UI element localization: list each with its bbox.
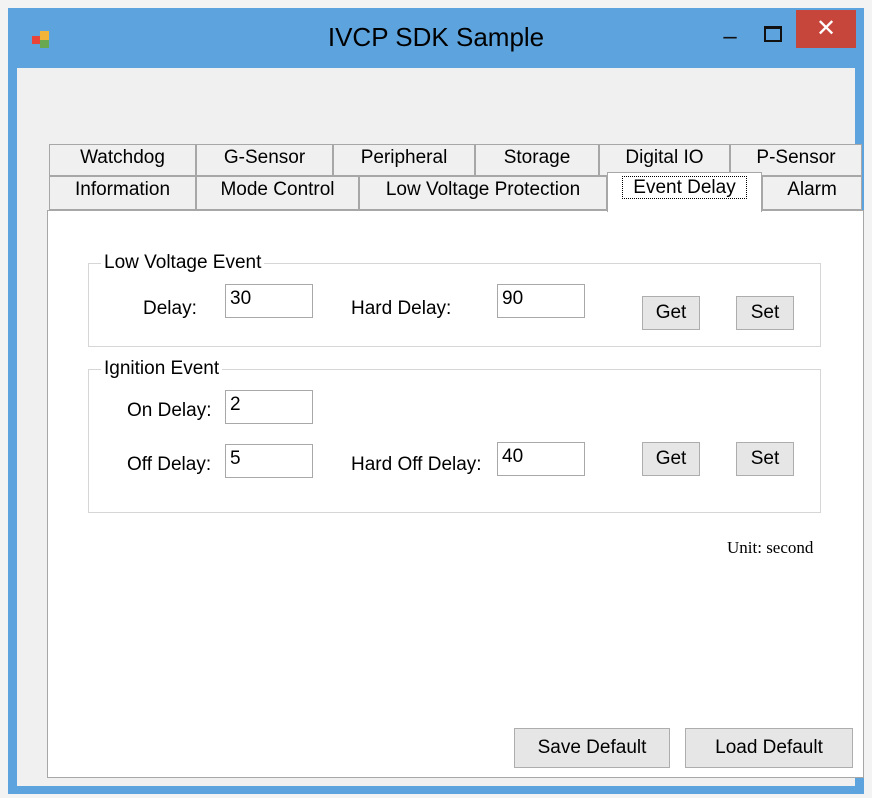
- tab-label: G-Sensor: [223, 147, 306, 168]
- delay-label: Delay:: [143, 298, 197, 319]
- low-voltage-set-button[interactable]: Set: [736, 296, 794, 330]
- tab-label: Peripheral: [360, 147, 448, 168]
- low-voltage-get-button[interactable]: Get: [642, 296, 700, 330]
- tab-g-sensor[interactable]: G-Sensor: [196, 144, 333, 176]
- tab-label: Alarm: [787, 179, 837, 200]
- title-bar[interactable]: IVCP SDK Sample – ✕: [8, 8, 864, 68]
- off-delay-label: Off Delay:: [127, 454, 212, 475]
- hard-off-delay-input[interactable]: 40: [497, 442, 585, 476]
- save-default-button[interactable]: Save Default: [514, 728, 670, 768]
- on-delay-input[interactable]: 2: [225, 390, 313, 424]
- maximize-button[interactable]: [750, 20, 794, 50]
- tab-mode-control[interactable]: Mode Control: [196, 176, 359, 210]
- unit-label: Unit: second: [727, 538, 814, 557]
- hard-off-delay-label: Hard Off Delay:: [351, 454, 482, 475]
- tab-label: Digital IO: [625, 147, 704, 168]
- on-delay-label: On Delay:: [127, 400, 212, 421]
- ignition-event-title: Ignition Event: [101, 358, 223, 380]
- ignition-event-group: Ignition Event On Delay: 2 Off Delay: 5 …: [88, 358, 821, 513]
- off-delay-input[interactable]: 5: [225, 444, 313, 478]
- minimize-button[interactable]: –: [710, 20, 750, 50]
- tab-peripheral[interactable]: Peripheral: [333, 144, 475, 176]
- tab-storage[interactable]: Storage: [475, 144, 599, 176]
- app-window: IVCP SDK Sample – ✕ Watchdog G-Sensor Pe…: [8, 8, 864, 794]
- low-voltage-event-group: Low Voltage Event Delay: 30 Hard Delay: …: [88, 252, 821, 347]
- tab-watchdog[interactable]: Watchdog: [49, 144, 196, 176]
- ignition-set-button[interactable]: Set: [736, 442, 794, 476]
- tab-label: Mode Control: [220, 179, 335, 200]
- low-voltage-event-title: Low Voltage Event: [101, 252, 265, 274]
- delay-input[interactable]: 30: [225, 284, 313, 318]
- client-area: Watchdog G-Sensor Peripheral Storage Dig…: [17, 68, 864, 786]
- tab-label: Low Voltage Protection: [385, 179, 581, 200]
- event-delay-panel: Low Voltage Event Delay: 30 Hard Delay: …: [47, 210, 864, 778]
- ignition-get-button[interactable]: Get: [642, 442, 700, 476]
- hard-delay-label: Hard Delay:: [351, 298, 452, 319]
- load-default-button[interactable]: Load Default: [685, 728, 853, 768]
- tab-label: Storage: [503, 147, 571, 168]
- tab-label: P-Sensor: [756, 147, 836, 168]
- tab-low-voltage-protection[interactable]: Low Voltage Protection: [359, 176, 607, 210]
- tab-label: Event Delay: [622, 176, 747, 199]
- close-button[interactable]: ✕: [796, 10, 856, 48]
- tab-alarm[interactable]: Alarm: [762, 176, 862, 210]
- tab-event-delay[interactable]: Event Delay: [607, 172, 762, 212]
- tab-label: Information: [74, 179, 171, 200]
- maximize-icon: [764, 26, 782, 42]
- tab-information[interactable]: Information: [49, 176, 196, 210]
- tab-label: Watchdog: [80, 147, 165, 168]
- hard-delay-input[interactable]: 90: [497, 284, 585, 318]
